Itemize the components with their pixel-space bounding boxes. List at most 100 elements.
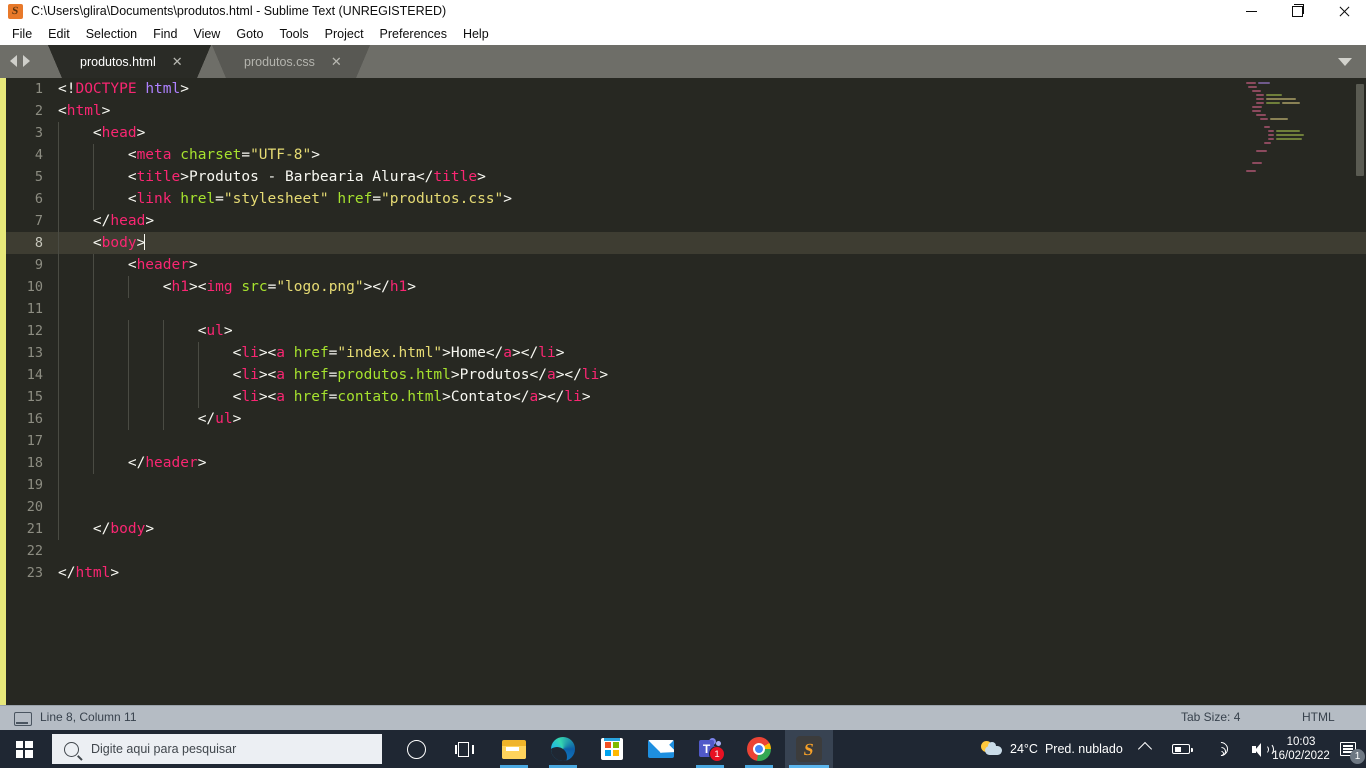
line-number: 18 xyxy=(26,455,43,471)
clock-time: 10:03 xyxy=(1286,736,1316,748)
line-number-gutter: 1 2 3 4 5 6 7 8 9 10 11 12 13 14 15 16 1… xyxy=(6,78,50,705)
show-hidden-icons-chevron[interactable] xyxy=(1137,741,1153,757)
code-line[interactable]: <meta charset="UTF-8"> xyxy=(50,144,1366,166)
tab-nav-arrows[interactable] xyxy=(10,55,30,67)
line-number: 14 xyxy=(26,367,43,383)
windows-taskbar: Digite aqui para pesquisar T 1 S 24°C Pr… xyxy=(0,730,1366,768)
partly-cloudy-icon xyxy=(981,741,1003,757)
menu-project[interactable]: Project xyxy=(317,26,372,43)
action-center-icon[interactable]: 1 xyxy=(1330,730,1366,768)
code-line[interactable]: <h1><img src="logo.png"></h1> xyxy=(50,276,1366,298)
line-number: 10 xyxy=(26,279,43,295)
line-number-active: 8 xyxy=(6,232,50,254)
cortana-icon[interactable] xyxy=(392,730,440,768)
arrow-left-icon[interactable] xyxy=(10,55,17,67)
close-button[interactable] xyxy=(1320,0,1366,23)
code-line[interactable] xyxy=(50,298,1366,320)
arrow-right-icon[interactable] xyxy=(23,55,30,67)
line-number: 12 xyxy=(26,323,43,339)
code-line[interactable]: </header> xyxy=(50,452,1366,474)
windows-start-icon[interactable] xyxy=(0,730,48,768)
task-view-icon[interactable] xyxy=(440,730,488,768)
menu-view[interactable]: View xyxy=(185,26,228,43)
line-number: 22 xyxy=(26,543,43,559)
menu-tools[interactable]: Tools xyxy=(271,26,316,43)
menu-selection[interactable]: Selection xyxy=(78,26,145,43)
taskbar-clock[interactable]: 10:03 16/02/2022 xyxy=(1272,730,1330,768)
code-line[interactable]: <li><a href=produtos.html>Produtos</a></… xyxy=(50,364,1366,386)
menu-help[interactable]: Help xyxy=(455,26,497,43)
search-icon xyxy=(64,741,79,757)
code-line[interactable]: <header> xyxy=(50,254,1366,276)
code-line[interactable]: </head> xyxy=(50,210,1366,232)
chevron-down-icon[interactable] xyxy=(1338,58,1352,66)
tabbar: produtos.html ✕ produtos.css ✕ xyxy=(0,45,1366,78)
code-line-active[interactable]: <body> xyxy=(50,232,1366,254)
cursor-position: Line 8, Column 11 xyxy=(40,710,137,724)
mail-icon[interactable] xyxy=(637,730,685,768)
line-number: 19 xyxy=(26,477,43,493)
tab-produtos-css[interactable]: produtos.css ✕ xyxy=(212,45,370,78)
code-line[interactable]: <title>Produtos - Barbearia Alura</title… xyxy=(50,166,1366,188)
tab-close-icon[interactable]: ✕ xyxy=(172,55,183,68)
line-number: 15 xyxy=(26,389,43,405)
editor-minimap[interactable] xyxy=(1242,82,1352,202)
microsoft-edge-icon[interactable] xyxy=(539,730,587,768)
menu-edit[interactable]: Edit xyxy=(40,26,78,43)
google-chrome-icon[interactable] xyxy=(735,730,783,768)
menu-file[interactable]: File xyxy=(4,26,40,43)
tab-size-setting[interactable]: Tab Size: 4 xyxy=(1181,710,1240,724)
search-input[interactable]: Digite aqui para pesquisar xyxy=(52,734,382,764)
code-editor[interactable]: 1 2 3 4 5 6 7 8 9 10 11 12 13 14 15 16 1… xyxy=(0,78,1366,705)
syntax-mode[interactable]: HTML xyxy=(1302,710,1335,724)
menu-preferences[interactable]: Preferences xyxy=(372,26,455,43)
window-title: C:\Users\glira\Documents\produtos.html -… xyxy=(31,4,447,18)
tab-produtos-html[interactable]: produtos.html ✕ xyxy=(48,45,211,78)
tab-close-icon[interactable]: ✕ xyxy=(331,55,342,68)
sublime-text-taskbar-icon[interactable]: S xyxy=(785,730,833,768)
code-line[interactable]: <html> xyxy=(50,100,1366,122)
code-line[interactable]: <li><a href=contato.html>Contato</a></li… xyxy=(50,386,1366,408)
volume-icon[interactable] xyxy=(1252,742,1274,757)
microsoft-teams-icon[interactable]: T 1 xyxy=(686,730,734,768)
menu-goto[interactable]: Goto xyxy=(228,26,271,43)
minimize-button[interactable] xyxy=(1228,0,1274,23)
code-line[interactable]: </ul> xyxy=(50,408,1366,430)
line-number: 2 xyxy=(34,103,43,119)
code-line[interactable] xyxy=(50,496,1366,518)
line-number: 5 xyxy=(34,169,43,185)
menu-find[interactable]: Find xyxy=(145,26,185,43)
editor-scrollbar[interactable] xyxy=(1356,84,1364,176)
line-number: 6 xyxy=(34,191,43,207)
file-explorer-icon[interactable] xyxy=(490,730,538,768)
code-line[interactable] xyxy=(50,430,1366,452)
tab-label: produtos.html xyxy=(80,54,156,69)
line-number: 17 xyxy=(26,433,43,449)
code-line[interactable] xyxy=(50,474,1366,496)
code-line[interactable]: <ul> xyxy=(50,320,1366,342)
code-line[interactable]: <!DOCTYPE html> xyxy=(50,78,1366,100)
microsoft-store-icon[interactable] xyxy=(588,730,636,768)
sublime-taskbar-letter: S xyxy=(802,739,816,759)
code-line[interactable]: </html> xyxy=(50,562,1366,584)
maximize-button[interactable] xyxy=(1274,0,1320,23)
code-line[interactable]: <li><a href="index.html">Home</a></li> xyxy=(50,342,1366,364)
line-number: 13 xyxy=(26,345,43,361)
line-number: 16 xyxy=(26,411,43,427)
window-controls xyxy=(1228,0,1366,23)
clock-date: 16/02/2022 xyxy=(1272,750,1330,762)
code-line[interactable]: <link hrel="stylesheet" href="produtos.c… xyxy=(50,188,1366,210)
weather-temperature: 24°C xyxy=(1010,742,1038,756)
battery-icon[interactable] xyxy=(1172,744,1193,754)
wifi-icon[interactable] xyxy=(1211,739,1231,759)
restore-icon xyxy=(1291,4,1304,17)
weather-widget[interactable]: 24°C Pred. nublado xyxy=(981,730,1123,768)
desktop-root: S C:\Users\glira\Documents\produtos.html… xyxy=(0,0,1366,768)
code-line[interactable]: </body> xyxy=(50,518,1366,540)
line-number: 1 xyxy=(34,81,43,97)
code-line[interactable]: <head> xyxy=(50,122,1366,144)
code-line[interactable] xyxy=(50,540,1366,562)
code-text-area[interactable]: <!DOCTYPE html> <html> <head> <meta char… xyxy=(50,78,1366,705)
tab-label: produtos.css xyxy=(244,54,315,69)
text-cursor xyxy=(144,234,146,250)
